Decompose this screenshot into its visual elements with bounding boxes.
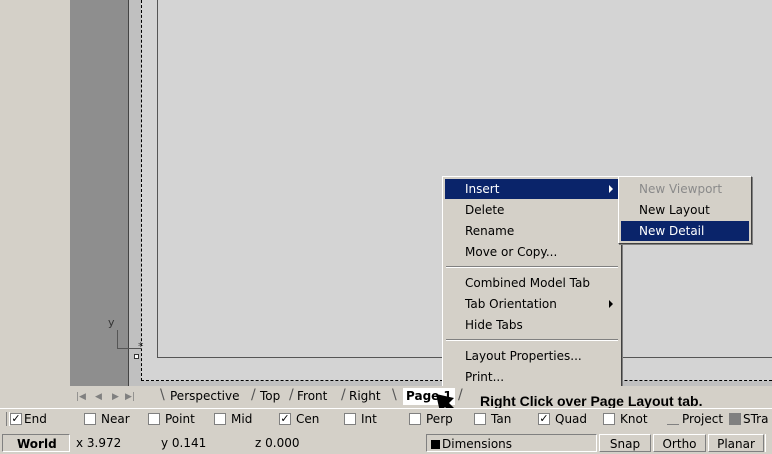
menu-item-label: New Detail [639, 224, 705, 238]
menu-item-label: Insert [465, 182, 500, 196]
tab-context-menu: Insert Delete Rename Move or Copy... Com… [442, 176, 622, 394]
osnap-int-label: Int [361, 412, 377, 426]
menu-item-label: Print... [465, 370, 505, 384]
page-border-left [141, 0, 142, 381]
osnap-perp-label: Perp [426, 412, 453, 426]
axis-icon [117, 330, 118, 348]
status-overflow [765, 434, 772, 452]
menu-item-label: Combined Model Tab [465, 276, 590, 290]
y-axis-label: y [108, 316, 115, 329]
osnap-quad-checkbox[interactable]: ✓ [538, 413, 550, 425]
tab-divider: \ [392, 387, 397, 403]
z-coordinate: z 0.000 [255, 436, 300, 450]
menu-item-label: Rename [465, 224, 515, 238]
planar-button[interactable]: Planar [708, 434, 764, 452]
menu-item-label: New Layout [639, 203, 710, 217]
menu-item-delete[interactable]: Delete [445, 200, 619, 220]
current-layer: Dimensions [442, 437, 513, 451]
osnap-cen-label: Cen [296, 412, 320, 426]
first-tab-icon[interactable]: |◀ [76, 392, 86, 402]
next-tab-icon[interactable]: ▶ [112, 392, 119, 402]
menu-item-label: Hide Tabs [465, 318, 523, 332]
insert-submenu: New Viewport New Layout New Detail [618, 176, 752, 244]
origin-marker: * [138, 340, 144, 353]
osnap-near-checkbox[interactable] [84, 413, 96, 425]
menu-separator [446, 266, 618, 268]
osnap-int-checkbox[interactable] [344, 413, 356, 425]
layer-panel[interactable]: Dimensions [426, 434, 597, 452]
osnap-mid-checkbox[interactable] [214, 413, 226, 425]
menu-item-label: Delete [465, 203, 505, 217]
detail-border-left [157, 0, 158, 358]
osnap-near-label: Near [101, 412, 130, 426]
tab-right[interactable]: Right [349, 388, 381, 405]
cplane-indicator[interactable]: World [2, 434, 70, 452]
osnap-end-checkbox[interactable]: ✓ [10, 413, 22, 425]
menu-item-print[interactable]: Print... [445, 367, 619, 387]
osnap-stra-label: STra [743, 412, 769, 426]
coordinates-panel: x 3.972 y 0.141 z 0.000 [70, 434, 370, 452]
menu-item-rename[interactable]: Rename [445, 221, 619, 241]
submenu-item-new-layout[interactable]: New Layout [621, 200, 749, 220]
tab-perspective[interactable]: Perspective [170, 388, 240, 405]
menu-item-label: Tab Orientation [465, 297, 557, 311]
menu-item-tab-orientation[interactable]: Tab Orientation [445, 294, 619, 314]
tab-divider: / [289, 387, 294, 403]
osnap-tan-checkbox[interactable] [474, 413, 486, 425]
menu-item-combined-model-tab[interactable]: Combined Model Tab [445, 273, 619, 293]
prev-tab-icon[interactable]: ◀ [95, 392, 102, 402]
snap-button[interactable]: Snap [599, 434, 651, 452]
osnap-cen-checkbox[interactable]: ✓ [279, 413, 291, 425]
tab-divider: / [251, 387, 256, 403]
menu-item-insert[interactable]: Insert [445, 179, 619, 199]
menu-item-label: New Viewport [639, 182, 723, 196]
origin-grip [134, 354, 139, 359]
tab-front[interactable]: Front [297, 388, 327, 405]
osnap-knot-checkbox[interactable] [603, 413, 615, 425]
left-panel [0, 0, 70, 386]
menu-item-hide-tabs[interactable]: Hide Tabs [445, 315, 619, 335]
menu-item-label: Layout Properties... [465, 349, 582, 363]
osnap-project-checkbox[interactable] [667, 413, 679, 425]
osnap-mid-label: Mid [231, 412, 253, 426]
menu-item-label: Move or Copy... [465, 245, 558, 259]
x-coordinate: x 3.972 [76, 436, 122, 450]
osnap-knot-label: Knot [620, 412, 648, 426]
tab-divider: / [341, 387, 346, 403]
layer-color-swatch [431, 440, 440, 449]
osnap-end-label: End [24, 412, 47, 426]
viewport-edge [128, 0, 129, 386]
osnap-stra-checkbox[interactable] [729, 413, 741, 425]
page-margin-area [70, 0, 128, 386]
tab-divider: \ [160, 387, 165, 403]
annotation-text: Right Click over Page Layout tab. [480, 393, 703, 409]
last-tab-icon[interactable]: ▶| [125, 392, 135, 402]
osnap-quad-label: Quad [555, 412, 588, 426]
y-coordinate: y 0.141 [161, 436, 207, 450]
submenu-item-new-detail[interactable]: New Detail [621, 221, 749, 241]
menu-separator [446, 339, 618, 341]
submenu-arrow-icon [609, 300, 613, 308]
ortho-button[interactable]: Ortho [653, 434, 706, 452]
osnap-tan-label: Tan [491, 412, 512, 426]
menu-item-move-or-copy[interactable]: Move or Copy... [445, 242, 619, 262]
osnap-project-label: Project [682, 412, 724, 426]
menu-item-layout-properties[interactable]: Layout Properties... [445, 346, 619, 366]
osnap-perp-checkbox[interactable] [409, 413, 421, 425]
submenu-item-new-viewport: New Viewport [621, 179, 749, 199]
tab-top[interactable]: Top [260, 388, 280, 405]
submenu-arrow-icon [609, 185, 613, 193]
osnap-point-label: Point [165, 412, 195, 426]
osnap-point-checkbox[interactable] [148, 413, 160, 425]
